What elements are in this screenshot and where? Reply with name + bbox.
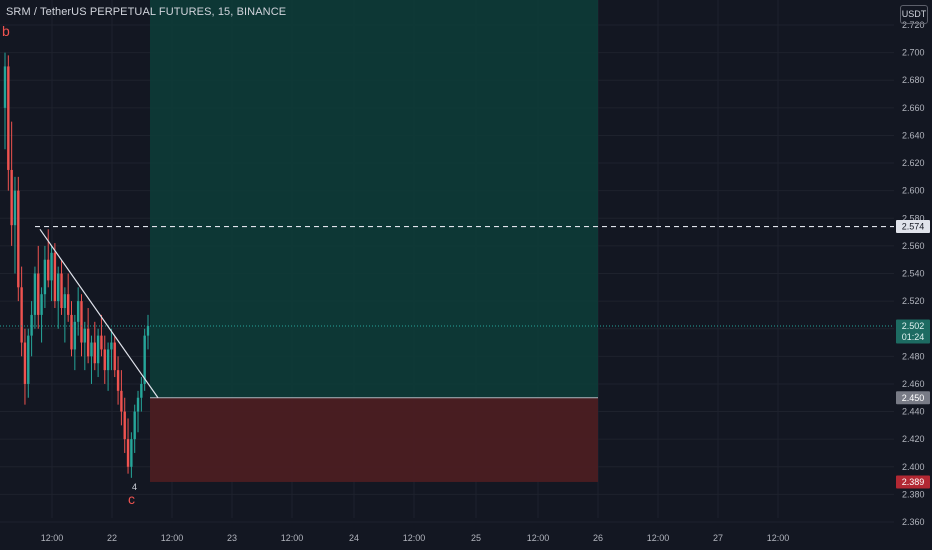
wave-label-4: 4: [132, 482, 137, 492]
candle-body: [37, 273, 40, 315]
wave-label-b: b: [2, 23, 10, 39]
x-tick-label: 12:00: [281, 533, 304, 543]
candle-body: [116, 370, 120, 391]
candle-body: [123, 411, 126, 440]
candle-body: [136, 397, 140, 412]
chart-title: SRM / TetherUS PERPETUAL FUTURES, 15, BI…: [6, 6, 287, 18]
y-tick-label: 2.700: [902, 48, 925, 58]
target-zone: [150, 0, 598, 398]
y-tick-label: 2.360: [902, 517, 925, 527]
last-price-tag-text: 2.502: [902, 321, 925, 331]
candle-body: [40, 294, 43, 315]
candle-body: [23, 342, 27, 384]
candle-body: [83, 328, 87, 343]
x-tick-label: 12:00: [647, 533, 670, 543]
x-tick-label: 23: [227, 533, 237, 543]
candle-body: [146, 325, 150, 336]
stop-zone: [150, 397, 598, 482]
x-tick-label: 25: [471, 533, 481, 543]
candle-body: [7, 66, 10, 170]
price-chart[interactable]: bc4 2.7202.7002.6802.6602.6402.6202.6002…: [0, 0, 932, 550]
y-tick-label: 2.640: [902, 130, 925, 140]
y-tick-label: 2.660: [902, 103, 925, 113]
y-tick-label: 2.440: [902, 407, 925, 417]
candle-body: [103, 349, 106, 371]
candle-body: [3, 66, 7, 108]
candle-body: [17, 190, 20, 288]
candle-body: [93, 342, 96, 364]
candle-body: [140, 383, 143, 398]
candle-body: [126, 439, 130, 467]
x-tick-label: 26: [593, 533, 603, 543]
x-tick-label: 12:00: [161, 533, 184, 543]
x-tick-label: 27: [713, 533, 723, 543]
candle-body: [130, 439, 133, 467]
candle-body: [100, 335, 103, 350]
candle-body: [13, 190, 17, 226]
y-tick-label: 2.380: [902, 489, 925, 499]
stop-price-tag-text: 2.389: [902, 477, 925, 487]
y-tick-label: 2.520: [902, 296, 925, 306]
currency-button[interactable]: USDT: [900, 5, 928, 24]
candle-body: [50, 252, 53, 281]
y-tick-label: 2.540: [902, 269, 925, 279]
candle-body: [66, 294, 70, 315]
y-tick-label: 2.460: [902, 379, 925, 389]
candle-body: [53, 252, 57, 302]
x-tick-label: 22: [107, 533, 117, 543]
resistance-price-tag-text: 2.574: [902, 222, 925, 232]
candle-body: [10, 169, 13, 226]
position-zones: [150, 0, 598, 482]
candle-body: [113, 342, 116, 371]
last-price-tag-sub: 01:24: [902, 332, 925, 342]
y-tick-label: 2.480: [902, 351, 925, 361]
candle-body: [86, 328, 90, 357]
y-tick-label: 2.400: [902, 462, 925, 472]
candle-body: [63, 294, 67, 309]
x-tick-label: 12:00: [767, 533, 790, 543]
y-tick-label: 2.420: [902, 434, 925, 444]
candle-body: [47, 259, 50, 281]
candle-body: [110, 342, 113, 350]
candle-body: [27, 335, 30, 384]
y-tick-label: 2.620: [902, 158, 925, 168]
candle-body: [57, 273, 60, 302]
entry-price-tag-text: 2.450: [902, 393, 925, 403]
x-tick-label: 24: [349, 533, 359, 543]
y-tick-label: 2.560: [902, 241, 925, 251]
candle-body: [106, 349, 110, 371]
candle-body: [120, 390, 123, 412]
candle-body: [76, 301, 80, 322]
candle-body: [20, 287, 23, 343]
candle-body: [60, 273, 63, 309]
wave-label-c: c: [128, 491, 135, 507]
candle-body: [133, 411, 136, 440]
candle-body: [30, 314, 33, 336]
x-tick-label: 12:00: [403, 533, 426, 543]
candle-body: [33, 273, 37, 315]
candle-body: [43, 259, 47, 295]
x-tick-label: 12:00: [41, 533, 64, 543]
x-tick-label: 12:00: [527, 533, 550, 543]
candle-body: [70, 314, 73, 350]
y-tick-label: 2.600: [902, 186, 925, 196]
candle-body: [80, 301, 83, 343]
candle-body: [90, 342, 93, 357]
candle-body: [96, 335, 100, 364]
y-tick-label: 2.680: [902, 75, 925, 85]
